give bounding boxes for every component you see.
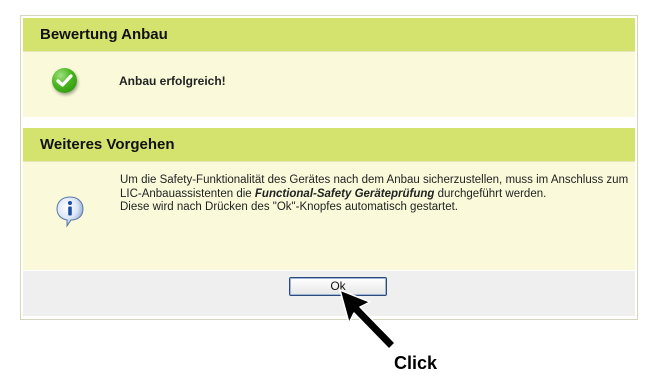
arrow-cursor-icon: [339, 289, 396, 350]
info-icon: [55, 195, 85, 229]
emphasis-text: Functional-Safety Geräteprüfung: [254, 187, 435, 200]
assessment-body: Anbau erfolgreich!: [23, 51, 635, 117]
dialog-footer: Ok: [23, 271, 635, 316]
assembly-result-dialog: Bewertung Anbau Anbau erfolgreich! Weite…: [20, 15, 638, 320]
next-steps-body: Um die Safety-Funktionalität des Gerätes…: [23, 161, 635, 270]
click-label: Click: [394, 353, 438, 373]
next-steps-line2: Diese wird nach Drücken des "Ok"-Knopfes…: [120, 201, 458, 213]
status-message: Anbau erfolgreich!: [119, 74, 226, 88]
next-steps-paragraph: Um die Safety-Funktionalität des Gerätes…: [120, 174, 630, 201]
next-steps-text: Um die Safety-Funktionalität des Gerätes…: [120, 174, 630, 215]
assessment-header: Bewertung Anbau: [23, 18, 635, 51]
check-circle-icon: [52, 68, 77, 93]
next-steps-header: Weiteres Vorgehen: [23, 128, 635, 161]
text-segment: durchgeführt werden.: [434, 187, 547, 200]
